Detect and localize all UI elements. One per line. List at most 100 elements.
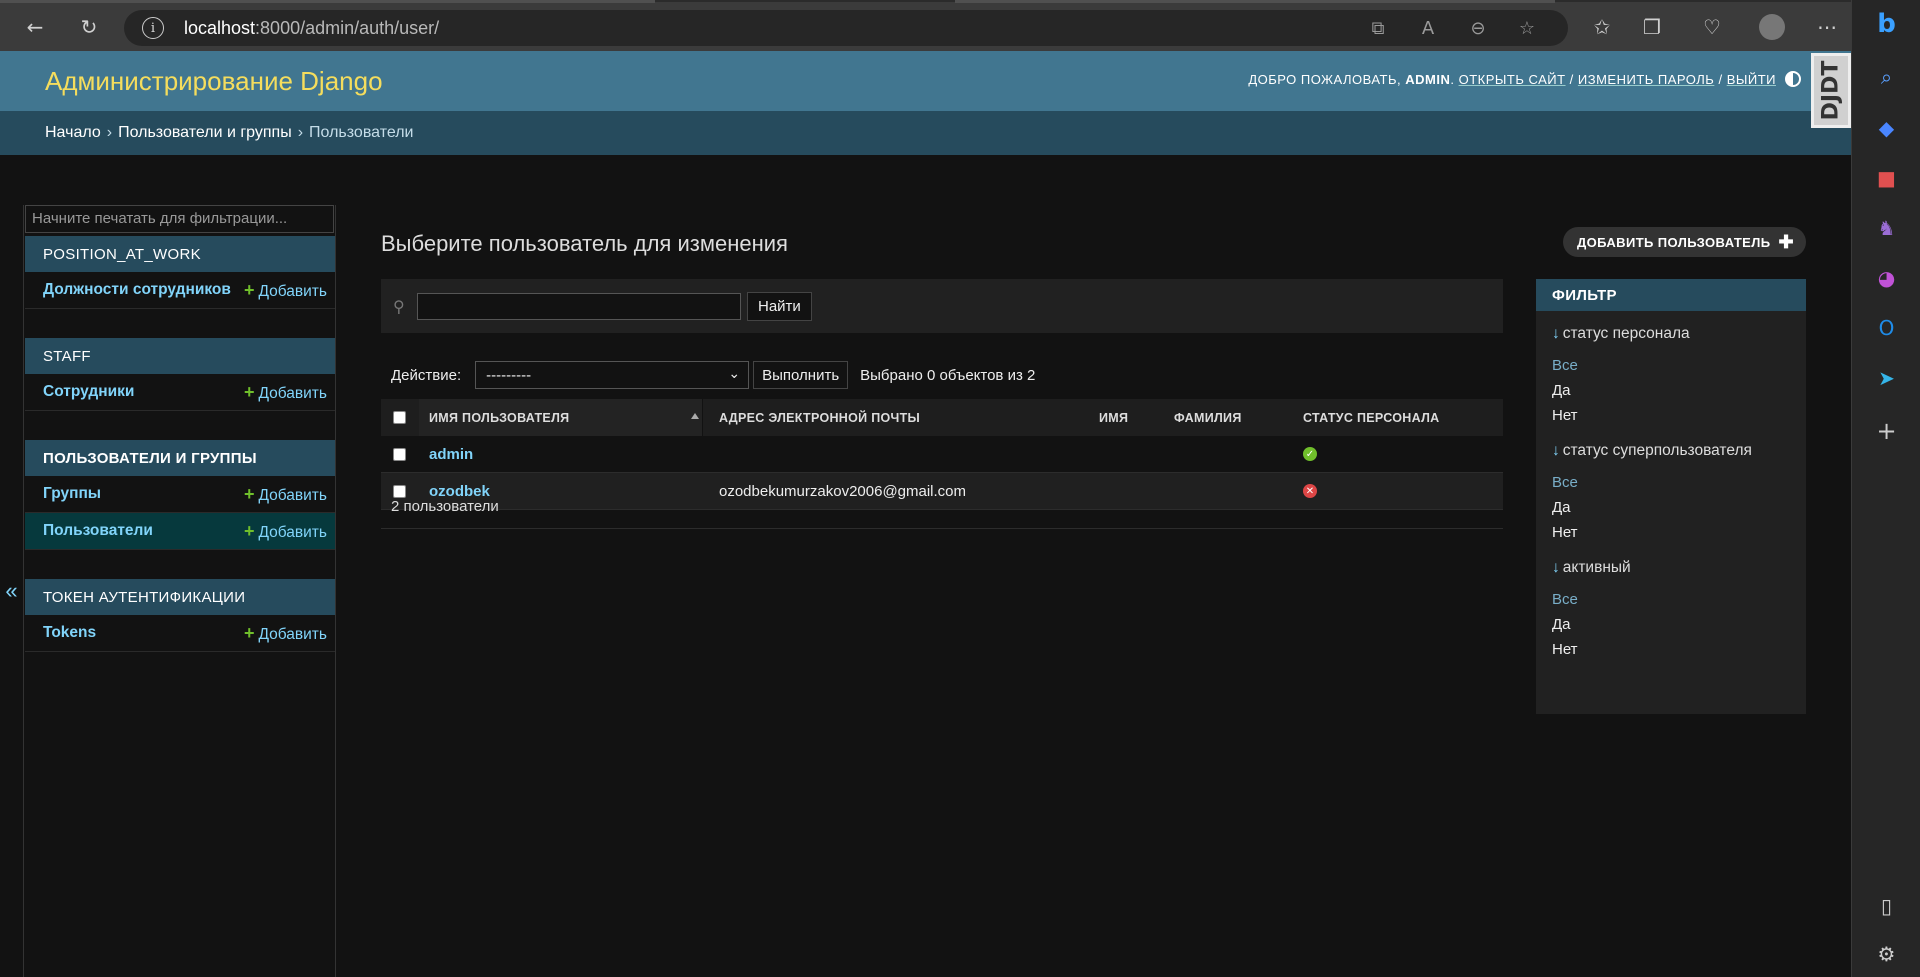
sidebar-item-users[interactable]: Пользователи + Добавить [25, 513, 335, 550]
nav-filter-input[interactable]: Начните печатать для фильтрации... [25, 205, 334, 233]
filter-option[interactable]: Да [1552, 495, 1806, 520]
run-action-button[interactable]: Выполнить [753, 361, 849, 389]
page-title: Выберите пользователь для изменения [381, 231, 788, 256]
bing-icon[interactable]: b [1852, 8, 1920, 40]
filter-option[interactable]: Нет [1552, 637, 1806, 662]
search-toolbar: ⚲ Найти [381, 279, 1503, 333]
model-link[interactable]: Пользователи [43, 522, 153, 540]
breadcrumb: Начало › Пользователи и группы › Пользоват… [0, 111, 1851, 155]
sort-ascending-icon[interactable] [691, 413, 699, 419]
add-app-icon[interactable]: + [1852, 415, 1920, 447]
add-user-button[interactable]: ДОБАВИТЬ ПОЛЬЗОВАТЕЛЬ ✚ [1562, 227, 1806, 257]
favorites-icon[interactable]: ✩ [1587, 12, 1617, 42]
add-link[interactable]: + Добавить [244, 484, 327, 505]
filter-option[interactable]: Да [1552, 378, 1806, 403]
url-text[interactable]: localhost:8000/admin/auth/user/ [184, 18, 439, 39]
sidebar-item-employees[interactable]: Сотрудники + Добавить [25, 374, 335, 411]
module-authtoken: ТОКЕН АУТЕНТИФИКАЦИИ Tokens + Добавить [25, 579, 335, 652]
username-link[interactable]: admin [429, 446, 473, 463]
site-name[interactable]: Администрирование Django [45, 66, 383, 97]
column-username[interactable]: ИМЯ ПОЛЬЗОВАТЕЛЯ [429, 411, 569, 425]
filter-option[interactable]: Все [1552, 587, 1806, 612]
outlook-icon[interactable]: O [1852, 312, 1920, 344]
plus-icon: + [243, 520, 255, 541]
add-link[interactable]: + Добавить [244, 623, 327, 644]
games-icon[interactable]: ♞ [1852, 212, 1920, 244]
sidebar-layout-icon[interactable]: ▯ [1852, 890, 1920, 922]
search-icon: ⚲ [393, 296, 405, 316]
open-in-app-icon[interactable]: ⧉ [1362, 12, 1394, 44]
debug-toolbar-handle[interactable]: DJDT [1811, 53, 1851, 128]
user-tools: ДОБРО ПОЖАЛОВАТЬ, ADMIN. ОТКРЫТЬ САЙТ / … [1248, 72, 1776, 87]
model-link[interactable]: Группы [43, 485, 101, 503]
model-link[interactable]: Сотрудники [43, 383, 134, 401]
more-menu-icon[interactable]: ⋯ [1812, 12, 1842, 42]
settings-gear-icon[interactable]: ⚙ [1852, 938, 1920, 970]
filter-group-title[interactable]: ↓ активный [1552, 555, 1806, 581]
module-caption[interactable]: POSITION_AT_WORK [25, 236, 335, 272]
sidebar-item-tokens[interactable]: Tokens + Добавить [25, 615, 335, 652]
plus-icon: + [243, 381, 255, 402]
column-last-name[interactable]: ФАМИЛИЯ [1174, 411, 1242, 425]
model-link[interactable]: Tokens [43, 624, 96, 642]
back-icon[interactable]: ← [20, 12, 50, 42]
collections-icon[interactable]: ❐ [1637, 12, 1667, 42]
module-caption[interactable]: ПОЛЬЗОВАТЕЛИ И ГРУППЫ [25, 440, 335, 476]
add-link[interactable]: + Добавить [244, 382, 327, 403]
refresh-icon[interactable]: ↻ [74, 12, 104, 42]
select-all-checkbox[interactable] [393, 411, 406, 424]
favorite-star-icon[interactable]: ☆ [1511, 12, 1543, 44]
theme-toggle-icon[interactable] [1785, 71, 1801, 87]
zoom-out-icon[interactable]: ⊖ [1462, 12, 1494, 44]
search-icon[interactable]: ⌕ [1852, 61, 1920, 93]
model-link[interactable]: Должности сотрудников [43, 281, 231, 299]
send-icon[interactable]: ➤ [1852, 362, 1920, 394]
add-link[interactable]: + Добавить [244, 280, 327, 301]
action-counter: Выбрано 0 объектов из 2 [860, 366, 1036, 384]
filter-option[interactable]: Нет [1552, 403, 1806, 428]
filter-group-title[interactable]: ↓ статус персонала [1552, 321, 1806, 347]
logout-link[interactable]: ВЫЙТИ [1727, 72, 1776, 87]
filter-group-active: ↓ активный Все Да Нет [1536, 555, 1806, 662]
shopping-tag-icon[interactable]: ◆ [1852, 112, 1920, 144]
chevron-down-icon: ⌄ [728, 366, 741, 382]
sidebar-item-groups[interactable]: Группы + Добавить [25, 476, 335, 513]
module-caption[interactable]: ТОКЕН АУТЕНТИФИКАЦИИ [25, 579, 335, 615]
change-password-link[interactable]: ИЗМЕНИТЬ ПАРОЛЬ [1578, 72, 1714, 87]
add-label: Добавить [258, 625, 327, 643]
site-info-icon[interactable]: i [142, 17, 164, 39]
breadcrumb-home[interactable]: Начало [45, 124, 101, 142]
username: ADMIN [1405, 72, 1451, 87]
filter-title: ФИЛЬТР [1536, 279, 1806, 311]
search-input[interactable] [417, 292, 741, 320]
breadcrumb-app[interactable]: Пользователи и группы [118, 124, 292, 142]
tools-icon[interactable]: ■ [1852, 162, 1920, 194]
search-button[interactable]: Найти [747, 291, 812, 321]
profile-avatar[interactable] [1757, 12, 1787, 42]
breadcrumb-separator: › [297, 124, 304, 141]
column-staff-status[interactable]: СТАТУС ПЕРСОНАЛА [1303, 411, 1439, 425]
filter-option[interactable]: Все [1552, 353, 1806, 378]
column-email[interactable]: АДРЕС ЭЛЕКТРОННОЙ ПОЧТЫ [719, 411, 920, 425]
performance-icon[interactable]: ♡ [1697, 12, 1727, 42]
filter-group-title[interactable]: ↓ статус суперпользователя [1552, 438, 1806, 464]
filter-option[interactable]: Все [1552, 470, 1806, 495]
copilot-icon[interactable]: ◕ [1852, 262, 1920, 294]
action-label: Действие: [391, 366, 462, 384]
module-caption[interactable]: STAFF [25, 338, 335, 374]
action-select[interactable]: --------- ⌄ [475, 361, 750, 389]
arrow-down-icon: ↓ [1552, 325, 1560, 342]
address-bar[interactable]: i localhost:8000/admin/auth/user/ ⧉ A ⊖ … [124, 10, 1568, 46]
tab-strip-edge [955, 0, 1555, 3]
view-site-link[interactable]: ОТКРЫТЬ САЙТ [1459, 72, 1566, 87]
read-aloud-icon[interactable]: A [1412, 12, 1444, 44]
add-link[interactable]: + Добавить [244, 521, 327, 542]
sidebar-item-positions[interactable]: Должности сотрудников + Добавить [25, 272, 335, 309]
plus-icon: ✚ [1778, 231, 1794, 252]
filter-option[interactable]: Нет [1552, 520, 1806, 545]
filter-option[interactable]: Да [1552, 612, 1806, 637]
paginator: 2 пользователи [381, 485, 1503, 529]
column-first-name[interactable]: ИМЯ [1099, 411, 1128, 425]
row-checkbox[interactable] [393, 447, 406, 461]
sidebar-collapse-button[interactable]: « [0, 205, 24, 977]
